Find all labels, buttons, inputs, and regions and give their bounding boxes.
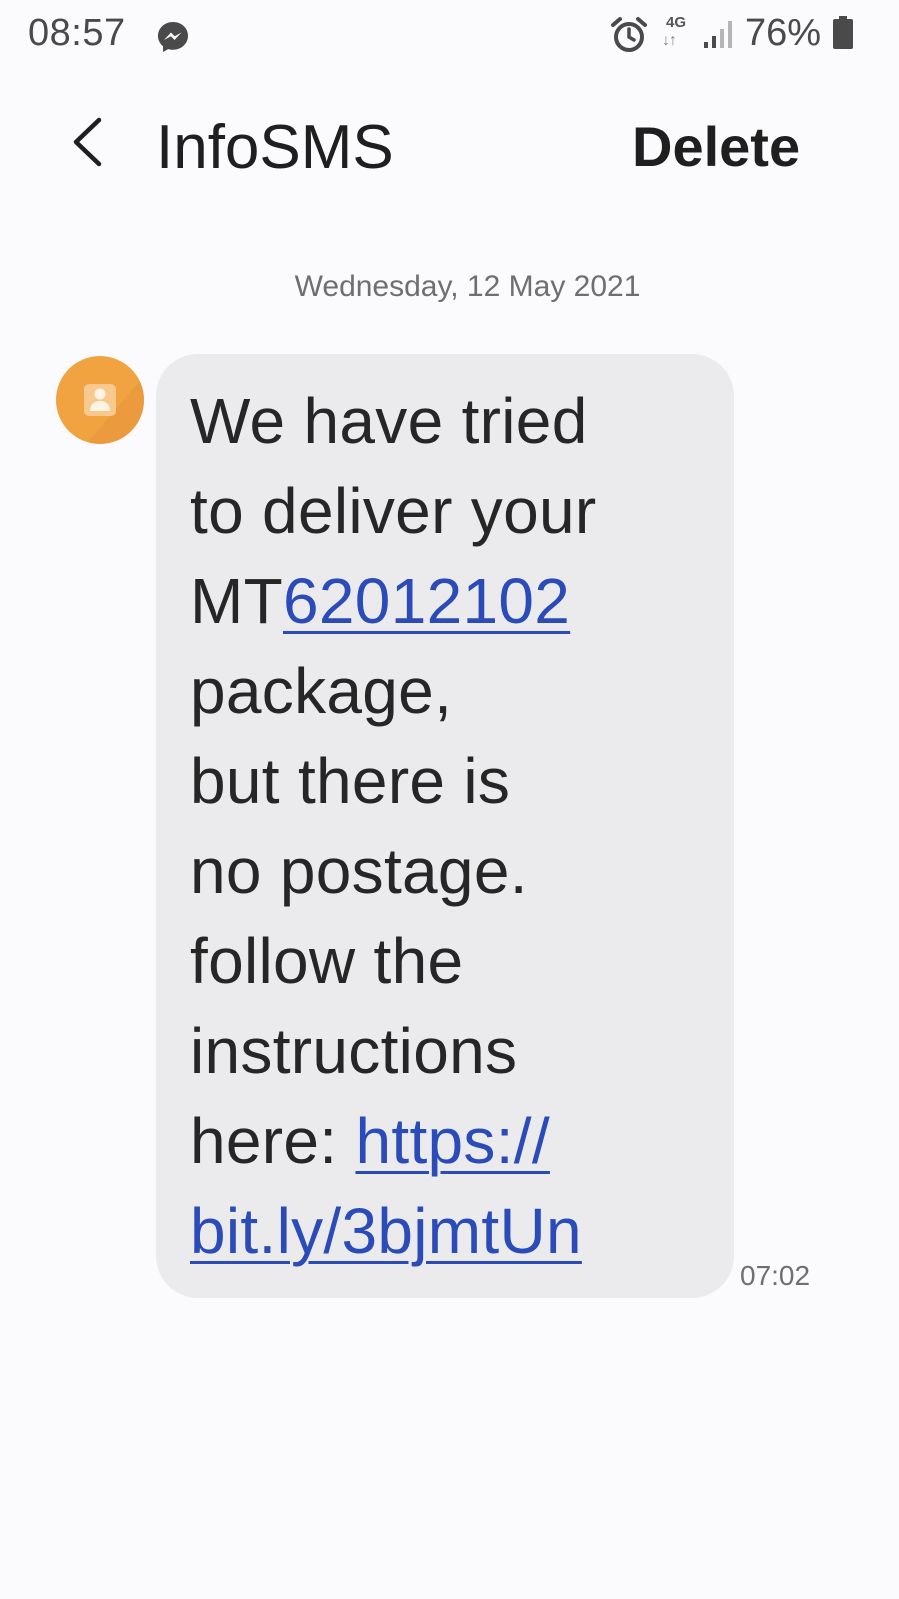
url-link[interactable]: https:// [355,1105,550,1177]
message-bubble[interactable]: We have tried to deliver your MT62012102… [156,354,734,1298]
message-line: no postage. [190,835,528,907]
data-arrows-icon: ↓↑ [662,32,677,49]
message-line: package, [190,655,453,727]
url-link[interactable]: bit.ly/3bjmtUn [190,1195,582,1267]
alarm-icon [610,16,648,54]
message-text-fragment: here: [190,1105,356,1177]
signal-icon [702,18,734,50]
message-line: but there is [190,745,511,817]
network-4g-icon: 4G ↓↑ [660,14,692,54]
messenger-icon [156,20,190,54]
message-line: We have tried [190,385,588,457]
app-header: InfoSMS Delete [0,90,899,210]
message-line: follow the [190,925,464,997]
battery-percent: 76% [745,12,822,54]
page-title: InfoSMS [156,113,394,182]
message-line: MT62012102 [190,556,720,646]
date-separator: Wednesday, 12 May 2021 [294,270,641,303]
avatar[interactable] [56,356,144,444]
person-icon [84,376,144,444]
status-time: 08:57 [28,12,126,54]
message-line: instructions [190,1015,518,1087]
message-line: here: https:// [190,1096,720,1186]
network-type-label: 4G [665,14,686,31]
message-line: bit.ly/3bjmtUn [190,1186,720,1276]
battery-icon [832,16,854,50]
message-line: to deliver your [190,475,597,547]
chevron-left-icon [73,117,102,167]
message-text: We have tried to deliver your MT62012102… [190,376,720,1276]
back-button[interactable] [56,110,120,174]
tracking-number-link[interactable]: 62012102 [283,565,570,637]
sms-conversation-screen: 08:57 4G ↓↑ 76% InfoSMS Delete Wednesday… [0,0,899,1599]
status-bar: 08:57 4G ↓↑ 76% [0,0,899,72]
message-timestamp: 07:02 [740,1260,811,1291]
delete-button[interactable]: Delete [632,114,800,179]
message-text-fragment: MT [190,565,284,637]
